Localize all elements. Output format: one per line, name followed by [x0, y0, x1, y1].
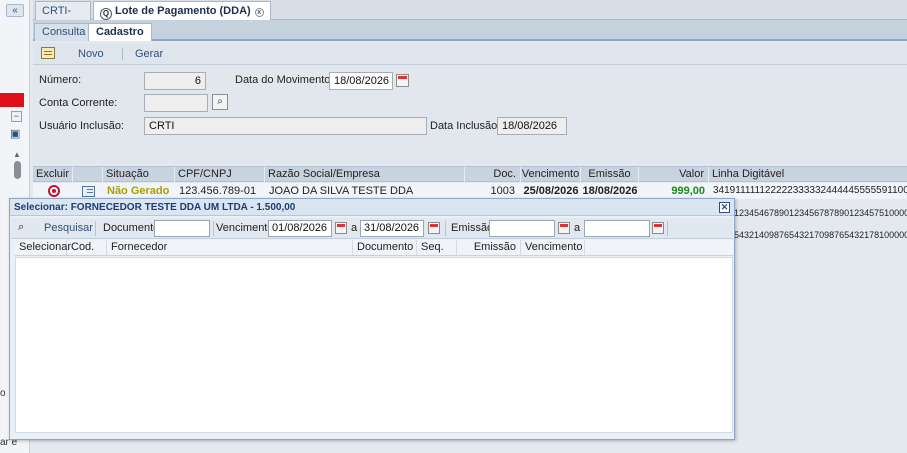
tab-lote-pagamento[interactable]: Q Lote de Pagamento (DDA) x [93, 1, 271, 20]
col-cod[interactable]: Cod. [67, 240, 107, 255]
range-separator: a [351, 222, 358, 234]
data-movimento-label: Data do Movimento: [235, 74, 334, 86]
cell-linha-digitavel: 3419111111222223333324444455555911000000… [713, 185, 907, 196]
dialog-title: Selecionar: FORNECEDOR TESTE DDA UM LTDA… [10, 199, 734, 216]
list-detail-icon[interactable] [82, 186, 95, 197]
toolbar-separator [122, 48, 123, 60]
vencimento-de-field[interactable]: 01/08/2026 [268, 220, 332, 237]
grid-header: Excluir Situação CPF/CNPJ Razão Social/E… [33, 166, 907, 182]
tab-crti-erp[interactable]: CRTI-ERP [35, 1, 91, 35]
sub-tab-bar: Consulta Cadastro [33, 20, 907, 41]
scroll-up-icon[interactable]: ▲ [12, 150, 22, 159]
col-razao-social[interactable]: Razão Social/Empresa [265, 167, 465, 182]
data-movimento-field[interactable]: 18/08/2026 [329, 72, 393, 90]
collapse-tree-icon[interactable]: − [11, 111, 22, 122]
pesquisar-button[interactable]: Pesquisar [44, 222, 93, 234]
conta-corrente-field[interactable] [144, 94, 208, 112]
numero-field[interactable]: 6 [144, 72, 206, 90]
dialog-grid-body[interactable] [15, 257, 733, 433]
collapse-panel-button[interactable]: « [6, 4, 24, 17]
col-emissao[interactable]: Emissão [581, 167, 639, 182]
background-linha-digitavel: 12345467890123456787890123457510000000 [734, 208, 907, 218]
left-text-fragment: o [0, 388, 6, 399]
left-red-marker [0, 93, 24, 107]
main-tab-bar: CRTI-ERP QLote de Pagamento (DDA)x [33, 0, 907, 35]
col-excluir[interactable]: Excluir [33, 167, 73, 182]
numero-label: Número: [39, 74, 82, 86]
data-inclusao-field[interactable]: 18/08/2026 [497, 117, 567, 135]
novo-button[interactable]: Novo [78, 43, 104, 65]
emissao-de-field[interactable] [489, 220, 555, 237]
left-scrollbar[interactable]: ▲ [12, 150, 22, 182]
col-cpf-cnpj[interactable]: CPF/CNPJ [175, 167, 265, 182]
filter-separator [667, 221, 668, 236]
cell-valor: 999,00 [671, 185, 705, 197]
calendar-icon[interactable] [335, 222, 347, 234]
cell-doc: 1003 [490, 185, 515, 197]
scroll-thumb[interactable] [13, 161, 21, 179]
usuario-inclusao-field[interactable]: CRTI [144, 117, 427, 135]
col-situacao[interactable]: Situação [103, 167, 175, 182]
filter-separator [213, 221, 214, 236]
close-tab-icon[interactable]: x [254, 8, 264, 17]
toolbar: Novo Gerar [33, 43, 907, 65]
dialog-title-text: Selecionar: FORNECEDOR TESTE DDA UM LTDA… [14, 202, 296, 213]
col-linha-digitavel[interactable]: Linha Digitável [709, 167, 907, 182]
calendar-icon[interactable] [558, 222, 570, 234]
cell-emissao: 18/08/2026 [582, 185, 638, 197]
gerar-button[interactable]: Gerar [135, 43, 163, 65]
cadastro-form: Número: 6 Data do Movimento: 18/08/2026 … [33, 66, 907, 164]
filter-separator [95, 221, 96, 236]
calendar-icon[interactable] [652, 222, 664, 234]
lookup-icon[interactable]: ⌕ [212, 94, 228, 110]
col-selecionar[interactable]: Selecionar [15, 240, 71, 255]
close-icon[interactable]: ✕ [719, 202, 730, 213]
vencimento-ate-field[interactable]: 31/08/2026 [360, 220, 424, 237]
search-icon[interactable]: ⌕ [18, 221, 31, 234]
usuario-inclusao-label: Usuário Inclusão: [39, 120, 124, 132]
new-document-icon[interactable] [41, 47, 55, 59]
col-emissao[interactable]: Emissão [457, 240, 521, 255]
table-row[interactable]: Não Gerado 123.456.789-01 JOAO DA SILVA … [33, 183, 907, 199]
col-blank [73, 167, 103, 182]
filter-separator [445, 221, 446, 236]
delete-icon[interactable] [48, 185, 60, 197]
cell-cpf: 123.456.789-01 [179, 185, 257, 197]
tab-cadastro[interactable]: Cadastro [88, 23, 152, 41]
range-separator: a [574, 222, 581, 234]
tree-node-icon[interactable]: ▣ [10, 128, 22, 140]
magnifier-lock-icon: Q [100, 8, 112, 20]
col-valor[interactable]: Valor [639, 167, 709, 182]
selecionar-dialog: Selecionar: FORNECEDOR TESTE DDA UM LTDA… [9, 198, 735, 440]
cell-situacao: Não Gerado [107, 185, 170, 197]
calendar-icon[interactable] [428, 222, 440, 234]
dialog-grid-header: Selecionar Cod. Fornecedor Documento Seq… [15, 240, 733, 256]
col-documento[interactable]: Documento [353, 240, 417, 255]
emissao-ate-field[interactable] [584, 220, 650, 237]
col-doc[interactable]: Doc. [465, 167, 521, 182]
col-vencimento[interactable]: Vencimento [521, 240, 585, 255]
col-vencimento[interactable]: Vencimento [521, 167, 581, 182]
cell-razao: JOAO DA SILVA TESTE DDA [269, 185, 414, 197]
filter-bar: ⌕ Pesquisar Documento: Vencimento: 01/08… [11, 218, 733, 239]
tab-consulta[interactable]: Consulta [34, 23, 94, 41]
calendar-icon[interactable] [396, 74, 409, 87]
data-inclusao-label: Data Inclusão: [430, 120, 501, 132]
background-linha-digitavel: 54321409876543217098765432178100000000 [734, 230, 907, 240]
documento-field[interactable] [154, 220, 210, 237]
col-fornecedor[interactable]: Fornecedor [107, 240, 353, 255]
cell-vencimento: 25/08/2026 [523, 185, 579, 197]
conta-corrente-label: Conta Corrente: [39, 97, 118, 109]
col-seq[interactable]: Seq. [417, 240, 457, 255]
tab-label: Lote de Pagamento (DDA) [115, 5, 251, 17]
